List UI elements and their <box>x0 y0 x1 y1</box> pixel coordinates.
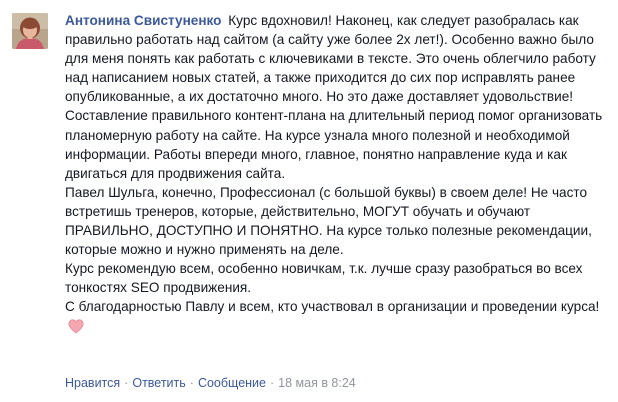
author-name-link[interactable]: Антонина Свистуненко <box>65 13 221 28</box>
comment-actions: Нравится · Ответить · Сообщение · 18 мая в 8:2… <box>65 376 356 390</box>
comment-paragraph-2: Составление правильного контент-плана на… <box>65 108 603 181</box>
comment-paragraph-1: Антонина Свистуненко Курс вдохновил! Нак… <box>65 11 610 106</box>
comment-paragraph-4: Курс рекомендую всем, особенно новичкам,… <box>65 261 583 296</box>
like-link[interactable]: Нравится <box>65 376 120 390</box>
separator-dot: · <box>189 376 194 390</box>
message-link[interactable]: Сообщение <box>198 376 266 390</box>
comment-text: С благодарностью Павлу и всем, кто участ… <box>65 299 600 315</box>
avatar[interactable] <box>12 13 48 49</box>
avatar-photo-icon <box>12 13 48 49</box>
comment-body: Антонина Свистуненко Курс вдохновил! Нак… <box>65 11 610 339</box>
reply-link[interactable]: Ответить <box>132 376 185 390</box>
comment-timestamp[interactable]: 18 мая в 8:24 <box>278 376 356 390</box>
comment-paragraph-5: С благодарностью Павлу и всем, кто участ… <box>65 297 610 338</box>
heart-emoji-icon <box>68 318 84 339</box>
comment-paragraph-3: Павел Шульга, конечно, Профессионал (с б… <box>65 184 592 258</box>
comment: Антонина Свистуненко Курс вдохновил! Нак… <box>0 0 618 402</box>
separator-dot: · <box>124 376 129 390</box>
separator-dot: · <box>269 376 275 390</box>
